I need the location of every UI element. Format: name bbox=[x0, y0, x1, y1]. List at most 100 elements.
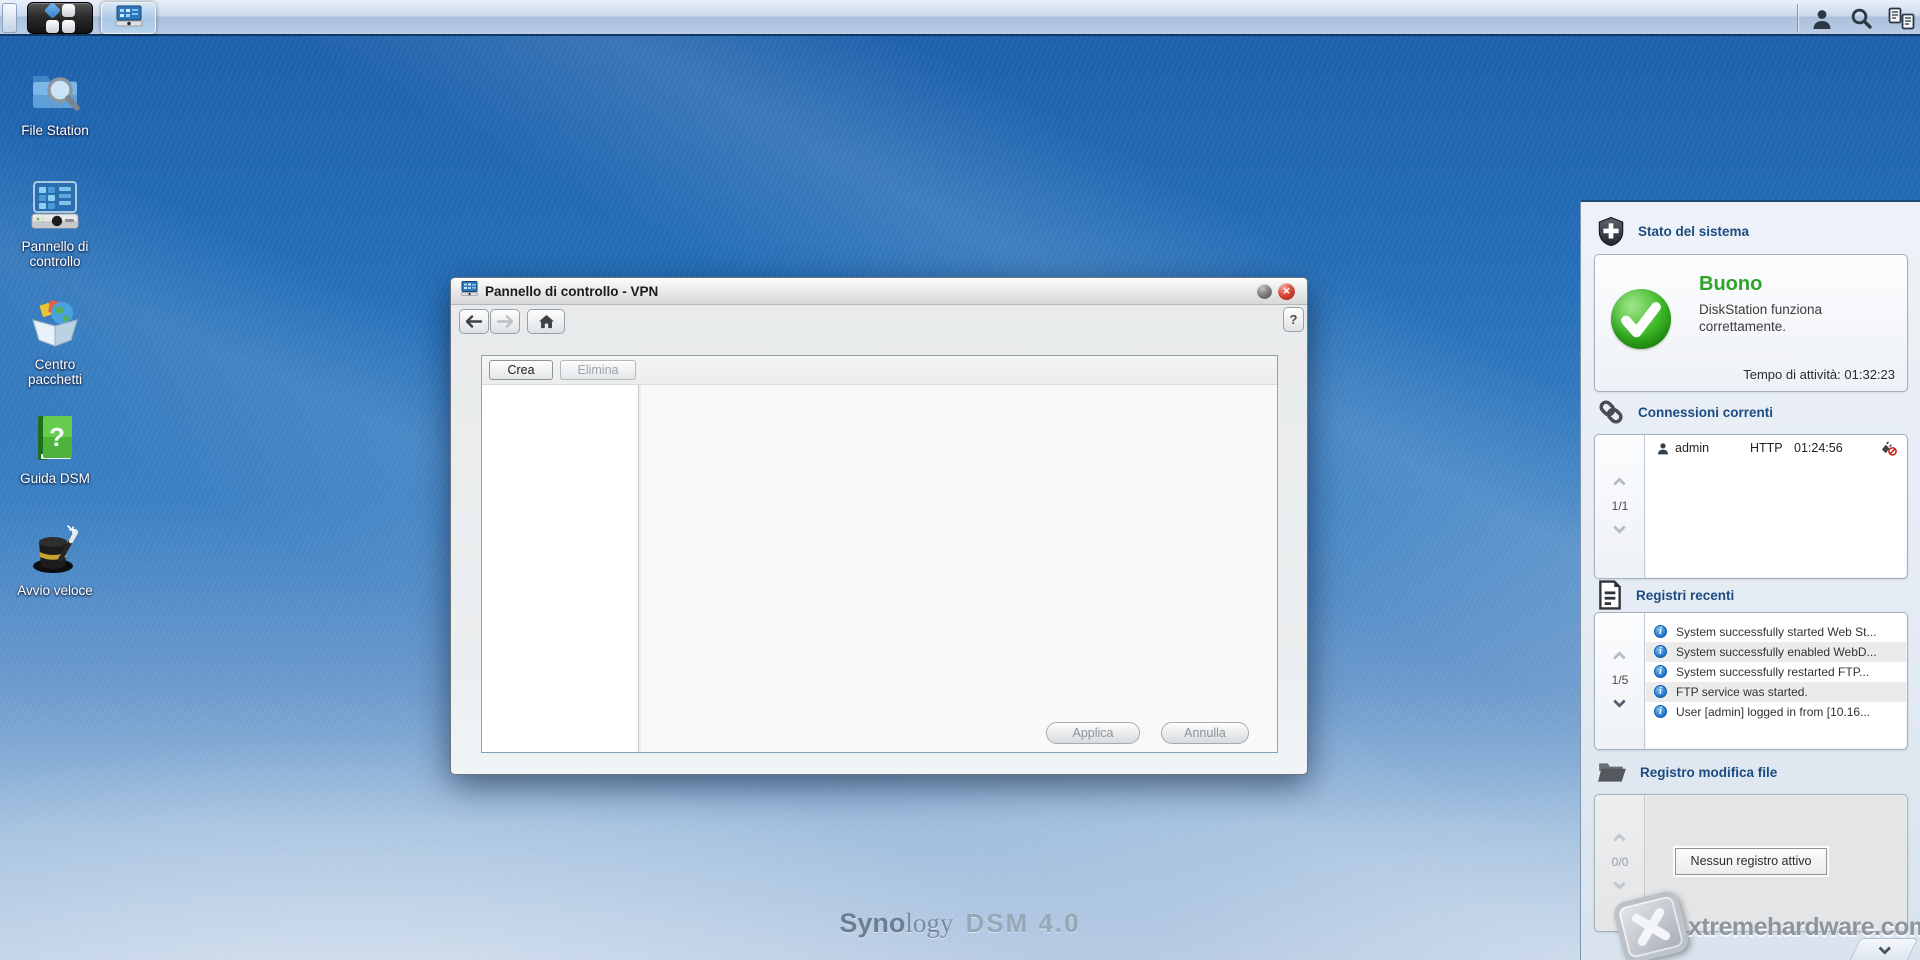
window-title: Pannello di controllo - VPN bbox=[485, 283, 659, 299]
pager-down-icon[interactable] bbox=[1613, 877, 1626, 890]
user-menu-button[interactable] bbox=[1806, 4, 1838, 33]
widget-panel: Stato del sistema Buono DiskStation funz… bbox=[1580, 200, 1920, 960]
info-icon: i bbox=[1654, 665, 1667, 678]
dsm-help-icon: ? bbox=[38, 416, 72, 460]
recent-logs-header: Registri recenti bbox=[1597, 580, 1734, 610]
logs-pager: 1/5 bbox=[1595, 613, 1645, 749]
widget-title: Stato del sistema bbox=[1638, 224, 1750, 239]
log-row: i System successfully started Web St... bbox=[1646, 622, 1906, 642]
shield-icon bbox=[1598, 216, 1624, 247]
pager-up-icon[interactable] bbox=[1613, 833, 1626, 846]
pilot-view-button[interactable] bbox=[1884, 4, 1918, 33]
file-log-content: Nessun registro attivo bbox=[1646, 796, 1906, 930]
desktop-icon-control-panel[interactable]: Pannello di controllo bbox=[12, 178, 98, 269]
pager-down-icon[interactable] bbox=[1613, 521, 1626, 534]
desktop-icon-package-center[interactable]: Centro pacchetti bbox=[12, 296, 98, 387]
search-icon bbox=[1851, 8, 1872, 29]
desktop-icon-label: Guida DSM bbox=[20, 471, 90, 486]
connection-time: 01:24:56 bbox=[1794, 441, 1843, 455]
control-panel-icon bbox=[31, 181, 79, 229]
system-status-box: Buono DiskStation funziona correttamente… bbox=[1594, 254, 1908, 392]
minimize-button[interactable] bbox=[1257, 284, 1272, 299]
connections-box: 1/1 admin HTTP 01:24:56 bbox=[1594, 434, 1908, 579]
desktop-icon-label: Pannello di controllo bbox=[21, 239, 89, 269]
main-menu-icon bbox=[43, 1, 75, 33]
desktop-icon-label: Avvio veloce bbox=[17, 583, 93, 598]
synology-dsm-branding: Synology DSM 4.0 bbox=[839, 908, 1080, 939]
widget-title: Connessioni correnti bbox=[1638, 404, 1774, 420]
vpn-list-pane[interactable] bbox=[482, 385, 639, 752]
pager-down-icon[interactable] bbox=[1613, 695, 1626, 708]
file-log-pager: 0/0 bbox=[1595, 795, 1645, 931]
forward-button[interactable] bbox=[490, 309, 520, 334]
vpn-content-panel: Crea Elimina Applica Annulla bbox=[481, 355, 1278, 753]
package-center-icon bbox=[32, 300, 78, 347]
connection-protocol: HTTP bbox=[1750, 441, 1783, 455]
pager-up-icon[interactable] bbox=[1613, 477, 1626, 490]
connections-header: Connessioni correnti bbox=[1597, 398, 1773, 426]
brand-version: DSM 4.0 bbox=[965, 908, 1081, 938]
connections-pager: 1/1 bbox=[1595, 435, 1645, 578]
vpn-detail-pane bbox=[642, 385, 1277, 752]
link-icon bbox=[1599, 400, 1623, 424]
status-label: Buono bbox=[1699, 273, 1763, 295]
desktop-icon-file-station[interactable]: File Station bbox=[12, 62, 98, 138]
control-panel-mini-icon bbox=[115, 5, 143, 32]
back-button[interactable] bbox=[459, 309, 489, 334]
log-row: i User [admin] logged in from [10.16... bbox=[1646, 702, 1906, 722]
help-button[interactable]: ? bbox=[1283, 307, 1304, 332]
delete-button[interactable]: Elimina bbox=[560, 360, 636, 380]
info-icon: i bbox=[1654, 705, 1667, 718]
desktop-icon-label: Centro pacchetti bbox=[27, 357, 83, 387]
disconnect-icon[interactable] bbox=[1880, 441, 1897, 459]
user-silhouette-icon bbox=[1657, 442, 1669, 458]
desktop: File Station Pannello di controllo Centr… bbox=[0, 0, 1920, 960]
info-icon: i bbox=[1654, 625, 1667, 638]
home-icon bbox=[538, 314, 554, 329]
logs-list: i System successfully started Web St... … bbox=[1646, 614, 1906, 748]
file-station-icon bbox=[33, 76, 80, 111]
pager-label: 1/5 bbox=[1611, 673, 1629, 687]
desktop-icon-quick-start[interactable]: Avvio veloce bbox=[12, 522, 98, 598]
widget-title: Registro modifica file bbox=[1640, 764, 1778, 780]
apply-button[interactable]: Applica bbox=[1046, 722, 1140, 744]
cancel-button[interactable]: Annulla bbox=[1161, 722, 1249, 744]
close-button[interactable]: ✕ bbox=[1278, 283, 1295, 300]
log-row: i FTP service was started. bbox=[1646, 682, 1906, 702]
home-button[interactable] bbox=[527, 309, 565, 334]
window-titlebar[interactable]: Pannello di controllo - VPN bbox=[451, 278, 1307, 305]
desktop-icon-dsm-help[interactable]: ? Guida DSM bbox=[12, 410, 98, 486]
main-menu-button[interactable] bbox=[27, 1, 93, 34]
file-log-header: Registro modifica file bbox=[1597, 760, 1777, 784]
no-active-log-message: Nessun registro attivo bbox=[1675, 848, 1827, 875]
user-icon bbox=[1813, 9, 1831, 29]
info-icon: i bbox=[1654, 645, 1667, 658]
taskbar bbox=[0, 0, 1920, 36]
pager-label: 0/0 bbox=[1611, 855, 1629, 869]
control-panel-vpn-window: Pannello di controllo - VPN ✕ ? Crea Eli… bbox=[450, 277, 1308, 775]
uptime-label: Tempo di attività: 01:32:23 bbox=[1743, 367, 1895, 382]
brand-logo-serif: logy bbox=[905, 908, 954, 938]
search-button[interactable] bbox=[1844, 4, 1878, 33]
info-icon: i bbox=[1654, 685, 1667, 698]
pager-up-icon[interactable] bbox=[1613, 651, 1626, 664]
back-arrow-icon bbox=[465, 315, 483, 328]
taskbar-app-control-panel[interactable] bbox=[101, 2, 156, 34]
taskbar-separator bbox=[1797, 4, 1799, 32]
window-title-icon bbox=[461, 281, 478, 301]
forward-arrow-icon bbox=[496, 315, 514, 328]
pilot-view-icon bbox=[1888, 7, 1914, 29]
brand-logo-bold: Syno bbox=[839, 908, 906, 938]
show-desktop-button[interactable] bbox=[2, 3, 17, 33]
connection-user: admin bbox=[1675, 441, 1710, 455]
connections-list: admin HTTP 01:24:56 bbox=[1646, 436, 1906, 577]
widget-collapse-tab[interactable] bbox=[1849, 938, 1919, 960]
connection-row: admin HTTP 01:24:56 bbox=[1646, 436, 1906, 460]
panel-toolbar: Crea Elimina bbox=[482, 356, 1277, 385]
chevron-down-icon bbox=[1878, 941, 1891, 955]
system-status-header: Stato del sistema bbox=[1597, 216, 1749, 247]
status-description: DiskStation funziona correttamente. bbox=[1699, 302, 1823, 334]
status-ok-icon bbox=[1611, 289, 1671, 349]
create-button[interactable]: Crea bbox=[489, 360, 553, 380]
quick-start-icon bbox=[33, 525, 79, 573]
